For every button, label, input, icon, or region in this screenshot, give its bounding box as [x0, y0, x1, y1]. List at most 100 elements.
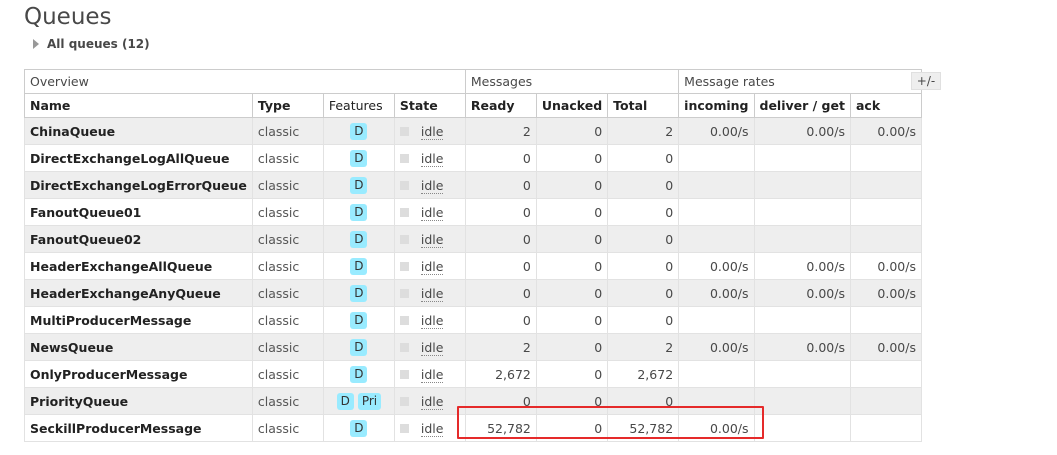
toggle-columns-button[interactable]: +/- — [911, 72, 941, 90]
state-indicator-icon — [399, 343, 409, 352]
col-unacked[interactable]: Unacked — [535, 93, 609, 118]
incoming-rate — [678, 387, 755, 415]
ack-rate: 0.00/s — [849, 333, 922, 361]
ready-count: 0 — [464, 171, 537, 199]
col-state[interactable]: State — [393, 93, 466, 118]
col-type[interactable]: Type — [251, 93, 324, 118]
queue-features: D — [322, 198, 395, 226]
incoming-rate: 0.00/s — [678, 117, 755, 145]
queue-row: DirectExchangeLogAllQueue classic Didle 0 0 0 — [24, 144, 922, 172]
feature-badge: D — [350, 419, 368, 437]
unacked-count: 0 — [535, 144, 609, 172]
incoming-rate — [678, 171, 755, 199]
state-label: idle — [420, 313, 444, 329]
queue-features: D — [322, 333, 395, 361]
col-deliver-get[interactable]: deliver / get — [753, 93, 851, 118]
queue-row: OnlyProducerMessage classic Didle 2,672 0 2,6… — [24, 360, 922, 388]
total-count: 2 — [607, 117, 680, 145]
incoming-rate: 0.00/s — [678, 333, 755, 361]
state-indicator-icon — [399, 316, 409, 325]
queue-name-link[interactable]: SeckillProducerMessage — [24, 414, 253, 442]
feature-badge: D — [336, 392, 354, 410]
total-count: 0 — [607, 306, 680, 334]
state-indicator-icon — [399, 262, 409, 271]
ack-rate: 0.00/s — [849, 252, 922, 280]
incoming-rate — [678, 144, 755, 172]
deliver-get-rate: 0.00/s — [753, 252, 851, 280]
all-queues-label[interactable]: All queues (12) — [47, 37, 150, 51]
unacked-count: 0 — [535, 279, 609, 307]
queue-name-link[interactable]: DirectExchangeLogErrorQueue — [24, 171, 253, 199]
unacked-count: 0 — [535, 333, 609, 361]
page-title: Queues — [24, 4, 112, 30]
all-queues-toggle[interactable]: All queues (12) — [33, 37, 150, 51]
queue-state: idle — [393, 387, 466, 415]
state-indicator-icon — [399, 370, 409, 379]
expand-arrow-icon[interactable] — [33, 39, 39, 49]
queue-state: idle — [393, 252, 466, 280]
ready-count: 2 — [464, 333, 537, 361]
col-features[interactable]: Features — [322, 93, 395, 118]
queue-state: idle — [393, 117, 466, 145]
total-count: 0 — [607, 144, 680, 172]
state-label: idle — [420, 421, 444, 437]
feature-badge: D — [350, 257, 368, 275]
state-indicator-icon — [399, 127, 409, 136]
deliver-get-rate — [753, 171, 851, 199]
col-incoming[interactable]: incoming — [678, 93, 755, 118]
col-ack[interactable]: ack — [849, 93, 922, 118]
queue-features: D — [322, 360, 395, 388]
queue-row: DirectExchangeLogErrorQueue classic Didle 0… — [24, 171, 922, 199]
ready-count: 0 — [464, 198, 537, 226]
col-name[interactable]: Name — [24, 93, 253, 118]
ready-count: 0 — [464, 306, 537, 334]
ready-count: 2 — [464, 117, 537, 145]
queue-name-link[interactable]: HeaderExchangeAllQueue — [24, 252, 253, 280]
incoming-rate — [678, 306, 755, 334]
queue-name-link[interactable]: HeaderExchangeAnyQueue — [24, 279, 253, 307]
total-count: 2 — [607, 333, 680, 361]
queue-name-link[interactable]: OnlyProducerMessage — [24, 360, 253, 388]
col-total[interactable]: Total — [607, 93, 680, 118]
unacked-count: 0 — [535, 198, 609, 226]
queue-name-link[interactable]: ChinaQueue — [24, 117, 253, 145]
incoming-rate — [678, 225, 755, 253]
incoming-rate — [678, 198, 755, 226]
ack-rate — [849, 198, 922, 226]
deliver-get-rate: 0.00/s — [753, 333, 851, 361]
ack-rate — [849, 171, 922, 199]
feature-badge: Pri — [357, 392, 382, 410]
deliver-get-rate — [753, 225, 851, 253]
state-indicator-icon — [399, 424, 409, 433]
queue-name-link[interactable]: PriorityQueue — [24, 387, 253, 415]
queue-type: classic — [251, 360, 324, 388]
queue-features: D Pri — [322, 387, 395, 415]
queue-name-link[interactable]: MultiProducerMessage — [24, 306, 253, 334]
ready-count: 0 — [464, 279, 537, 307]
queue-name-link[interactable]: FanoutQueue01 — [24, 198, 253, 226]
state-label: idle — [420, 205, 444, 221]
state-label: idle — [420, 124, 444, 140]
queue-name-link[interactable]: NewsQueue — [24, 333, 253, 361]
incoming-rate — [678, 360, 755, 388]
state-indicator-icon — [399, 397, 409, 406]
state-indicator-icon — [399, 154, 409, 163]
feature-badge: D — [350, 338, 368, 356]
state-label: idle — [420, 367, 444, 383]
ready-count: 2,672 — [464, 360, 537, 388]
queue-type: classic — [251, 171, 324, 199]
queue-type: classic — [251, 333, 324, 361]
unacked-count: 0 — [535, 252, 609, 280]
ack-rate — [849, 360, 922, 388]
queue-name-link[interactable]: DirectExchangeLogAllQueue — [24, 144, 253, 172]
queue-state: idle — [393, 414, 466, 442]
col-ready[interactable]: Ready — [464, 93, 537, 118]
queue-type: classic — [251, 306, 324, 334]
state-indicator-icon — [399, 208, 409, 217]
unacked-count: 0 — [535, 387, 609, 415]
incoming-rate: 0.00/s — [678, 414, 755, 442]
feature-badge: D — [350, 176, 368, 194]
group-message-rates: Message rates — [678, 69, 922, 94]
queue-state: idle — [393, 279, 466, 307]
queue-name-link[interactable]: FanoutQueue02 — [24, 225, 253, 253]
